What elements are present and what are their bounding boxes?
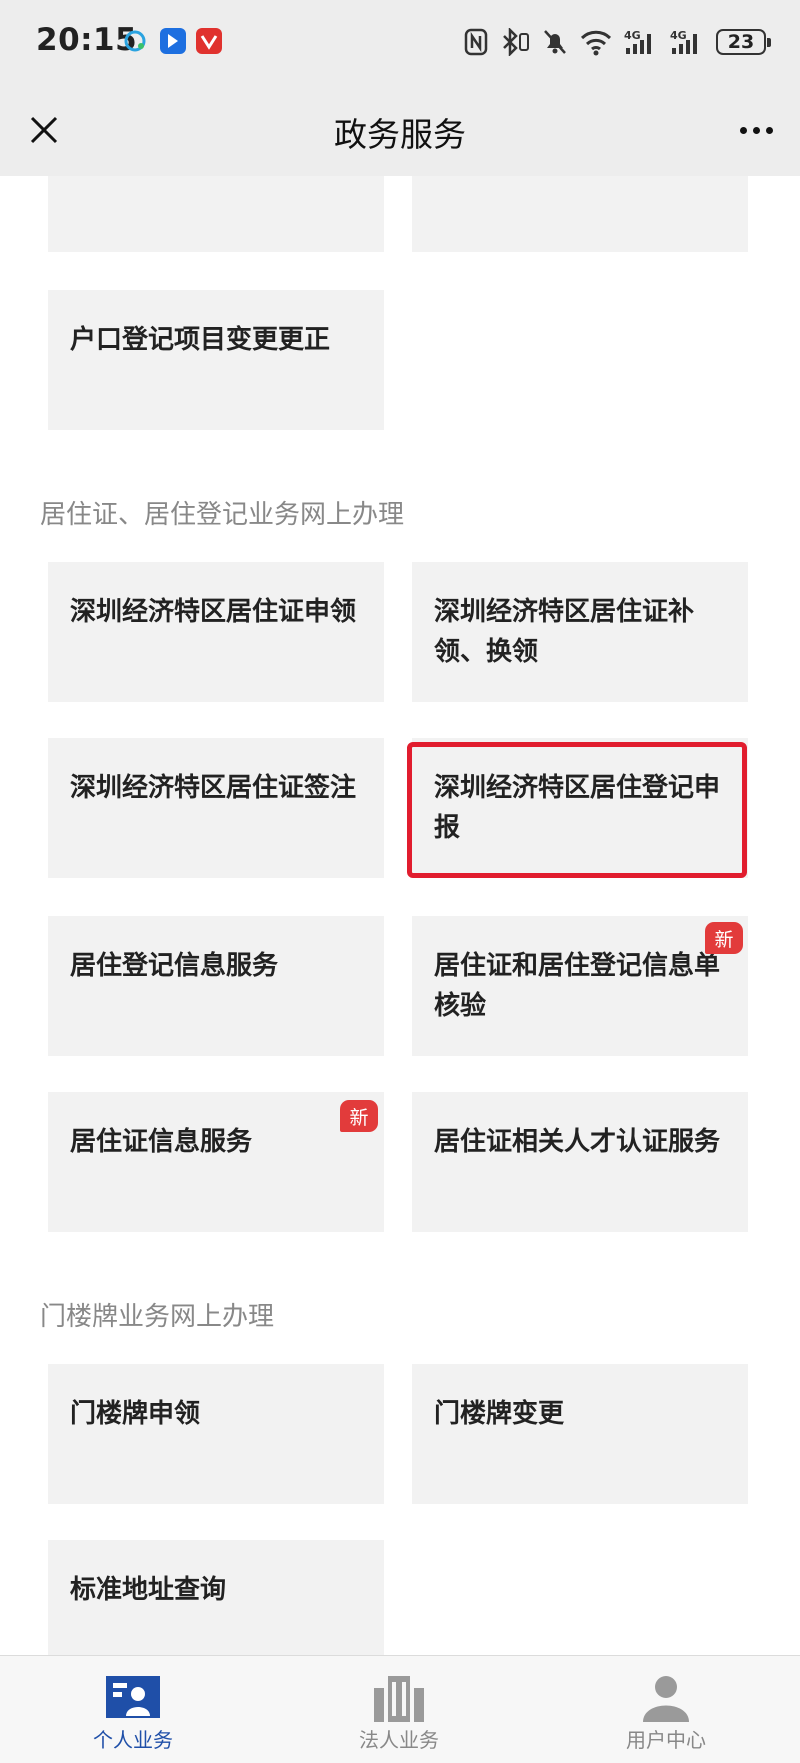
new-badge: 新 [340,1100,378,1132]
section-heading: 门楼牌业务网上办理 [40,1302,275,1332]
wifi-icon [580,28,612,56]
more-icon[interactable] [728,106,784,154]
blue-app-icon [160,28,186,54]
service-tile[interactable]: 门楼牌申领 [48,1364,384,1504]
service-tile-label: 门楼牌申领 [70,1399,201,1429]
service-tile[interactable] [412,176,748,252]
service-tile[interactable]: 深圳经济特区居住证申领 [48,562,384,702]
tab-label: 用户中心 [626,1728,706,1752]
battery-icon: 23 [716,29,771,55]
new-badge: 新 [705,922,743,954]
service-tile-label: 居住证信息服务 [70,1127,253,1157]
service-tile-label: 深圳经济特区居住证申领 [70,597,357,627]
service-tile[interactable]: 居住登记信息服务 [48,916,384,1056]
user-icon [637,1674,695,1728]
service-tile-label: 居住证相关人才认证服务 [434,1127,721,1157]
page-title: 政务服务 [334,115,466,154]
service-tile[interactable]: 深圳经济特区居住证签注 [48,738,384,878]
section-heading: 居住证、居住登记业务网上办理 [40,500,405,530]
bluetooth-icon [500,28,530,56]
tab-label: 个人业务 [93,1728,173,1752]
service-tile-label: 居住登记信息服务 [70,951,279,981]
nfc-icon [464,28,488,56]
service-tile-label: 户口登记项目变更更正 [70,325,331,355]
tab-user-center[interactable]: 用户中心 [532,1656,800,1763]
status-bar: 20:15 4G 4G 23 [0,0,800,84]
service-tile[interactable]: 门楼牌变更 [412,1364,748,1504]
service-tile[interactable]: 居住证相关人才认证服务 [412,1092,748,1232]
service-tile[interactable]: 标准地址查询 [48,1540,384,1655]
service-tile[interactable]: 居住证信息服务 [48,1092,384,1232]
tab-personal[interactable]: 个人业务 [0,1656,266,1763]
service-tile-label: 深圳经济特区居住证签注 [70,773,357,803]
chat-app-icon [122,28,148,54]
service-tile-label: 标准地址查询 [70,1575,227,1605]
service-tile[interactable]: 深圳经济特区居住证补领、换领 [412,562,748,702]
service-tile-label: 深圳经济特区居住证补领、换领 [434,597,695,667]
mute-icon [542,28,568,56]
tab-bar: 个人业务 法人业务 用户中心 [0,1655,800,1763]
service-tile[interactable] [48,176,384,252]
service-tile[interactable]: 居住证和居住登记信息单核验 [412,916,748,1056]
signal-4g-icon: 4G [670,28,704,56]
person-card-icon [104,1674,162,1724]
building-icon [370,1674,428,1728]
svg-text:4G: 4G [670,29,687,42]
nav-bar: 政务服务 [0,84,800,176]
status-icons: 4G 4G 23 [464,24,771,60]
service-tile-label: 门楼牌变更 [434,1399,565,1429]
service-tile-label: 居住证和居住登记信息单核验 [434,951,721,1021]
highlight-box [407,742,747,878]
tab-corporate[interactable]: 法人业务 [266,1656,532,1763]
service-tile[interactable]: 户口登记项目变更更正 [48,290,384,430]
svg-text:4G: 4G [624,29,641,42]
tab-label: 法人业务 [359,1728,439,1752]
signal-4g-icon: 4G [624,28,658,56]
red-app-icon [196,28,222,54]
